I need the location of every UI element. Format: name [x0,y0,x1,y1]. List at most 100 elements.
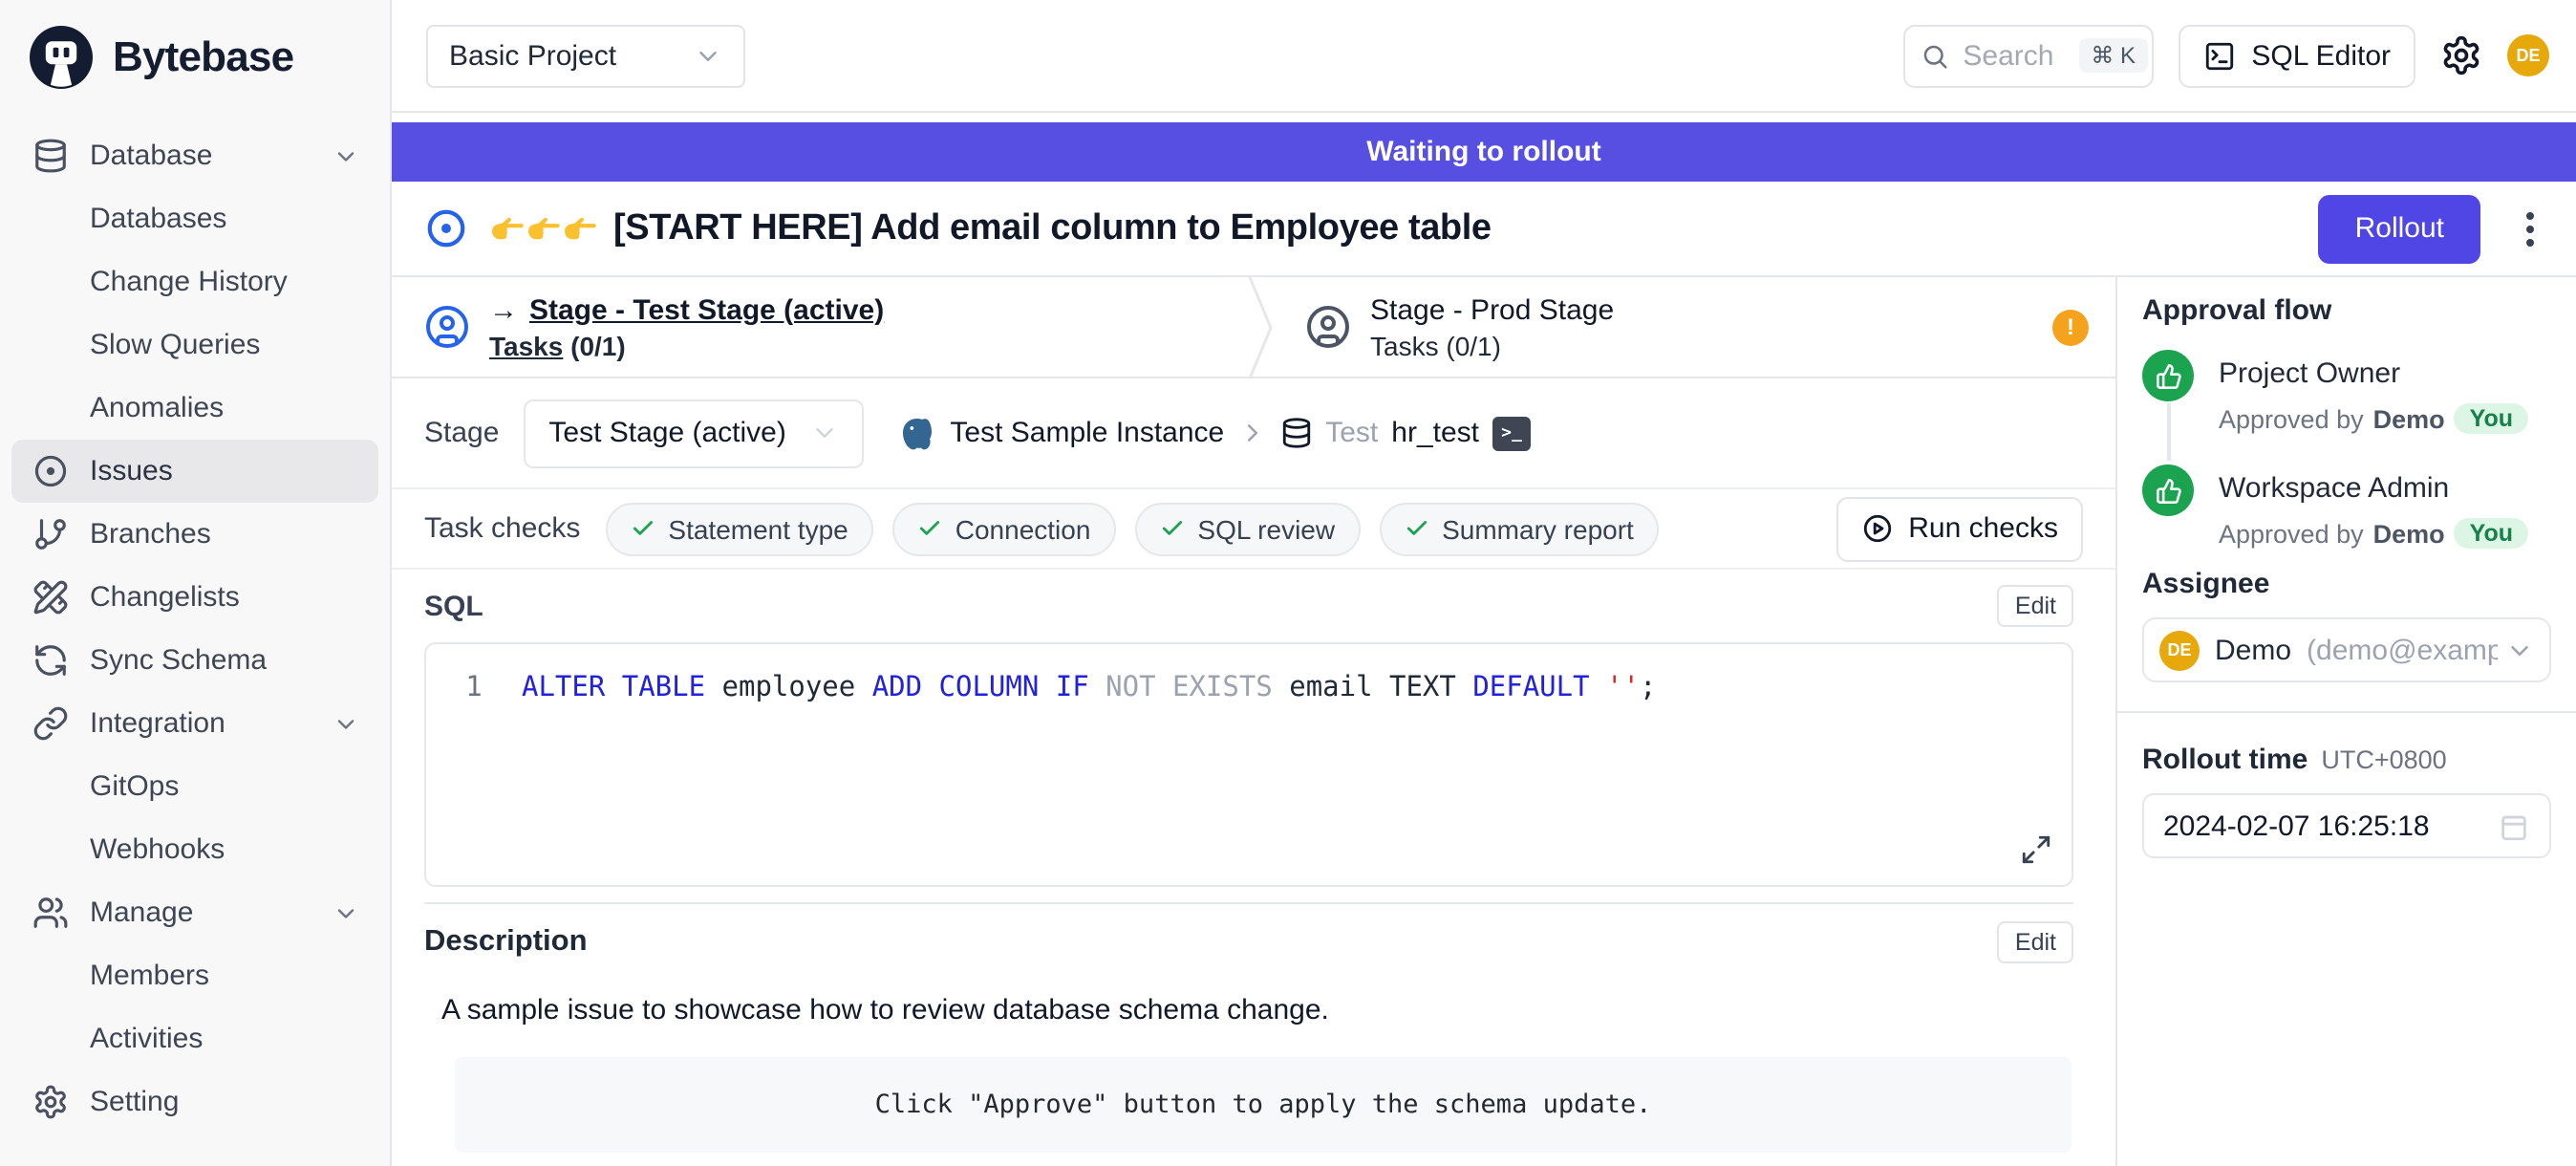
approval-step: Workspace Admin Approved by Demo You [2142,464,2551,568]
sidebar-item-gitops[interactable]: GitOps [11,755,378,818]
sidebar-item-databases[interactable]: Databases [11,187,378,250]
expand-icon[interactable] [2020,833,2052,866]
assignee-block: Assignee DE Demo (demo@example [2142,568,2551,707]
issue-title: [START HERE] Add email column to Employe… [613,207,1492,249]
check-summary-report[interactable]: Summary report [1379,502,1659,555]
circle-user-icon [424,304,470,350]
search-shortcut-badge: ⌘ K [2079,38,2147,73]
attention-badge: ! [2052,309,2089,345]
sidebar-item-label: Slow Queries [90,329,260,361]
bytebase-app: Bytebase Database Databases Change Histo… [0,0,2576,1166]
check-success-icon [917,516,942,541]
instance-name[interactable]: Test Sample Instance [950,417,1224,449]
sidebar-item-setting[interactable]: Setting [11,1070,378,1134]
sidebar-item-issues[interactable]: Issues [11,440,378,503]
calendar-icon [2498,810,2530,842]
stage-tab-tasks-link: Tasks [1370,330,1439,360]
task-checks-label: Task checks [424,512,580,545]
sync-icon [31,641,69,680]
sql-token: ALTER TABLE [522,673,705,703]
point-right-emoji-icon [491,214,526,243]
sidebar-item-activities[interactable]: Activities [11,1007,378,1070]
approved-by-text: Approved by [2219,404,2364,433]
stage-selector-row: Stage Test Stage (active) Test Sample In… [392,378,2115,487]
more-options-kebab-icon[interactable] [2526,211,2534,246]
git-branch-icon [31,515,69,553]
sql-token: ; [1640,673,1656,703]
project-select[interactable]: Basic Project [426,24,745,87]
user-avatar[interactable]: DE [2507,34,2549,76]
sidebar-item-integration[interactable]: Integration [11,692,378,755]
check-sql-review[interactable]: SQL review [1134,502,1360,555]
sidebar-item-change-history[interactable]: Change History [11,250,378,313]
sql-code-block[interactable]: 1ALTER TABLE employee ADD COLUMN IF NOT … [424,642,2073,887]
sidebar-item-members[interactable]: Members [11,944,378,1007]
stage-select[interactable]: Test Stage (active) [524,399,864,467]
sidebar-item-manage[interactable]: Manage [11,881,378,944]
stage-tab-title: Stage - Test Stage (active) [529,293,884,326]
sidebar-item-webhooks[interactable]: Webhooks [11,818,378,881]
description-code-note: Click "Approve" button to apply the sche… [455,1057,2072,1153]
environment-name: Test [1325,417,1378,449]
line-number: 1 [426,673,522,703]
approval-role: Workspace Admin [2219,472,2528,505]
assignee-select[interactable]: DE Demo (demo@example [2142,617,2551,682]
stage-tab-prod[interactable]: Stage - Prod Stage Tasks (0/1) [1275,277,1614,377]
approved-by-text: Approved by [2219,519,2364,548]
sql-edit-button[interactable]: Edit [1998,585,2073,627]
brand-logo[interactable]: Bytebase [0,0,390,113]
sidebar-item-slow-queries[interactable]: Slow Queries [11,313,378,377]
sidebar-item-label: GitOps [90,770,179,803]
rollout-time-input[interactable]: 2024-02-07 16:25:18 [2142,793,2551,858]
sql-section: SQL Edit 1ALTER TABLE employee ADD COLUM… [392,570,2115,904]
bytebase-logo-icon [27,22,96,91]
circle-dot-icon [31,452,69,490]
sidebar-item-anomalies[interactable]: Anomalies [11,377,378,440]
stage-tab-tasks-link[interactable]: Tasks [489,330,563,360]
tab-separator [1248,277,1275,377]
stage-select-value: Test Stage (active) [548,417,785,449]
sql-editor-button[interactable]: SQL Editor [2179,24,2415,87]
stage-tab-test[interactable]: →Stage - Test Stage (active) Tasks (0/1) [392,277,1233,377]
rollout-time-value: 2024-02-07 16:25:18 [2163,810,2430,842]
sidebar-item-database[interactable]: Database [11,124,378,187]
sql-token: email TEXT [1273,673,1473,703]
search-input-box[interactable]: ⌘ K [1903,24,2154,87]
sidebar-item-sync-schema[interactable]: Sync Schema [11,629,378,692]
open-sql-editor-icon[interactable]: >_ [1492,416,1531,450]
chevron-down-icon [333,142,359,169]
check-connection[interactable]: Connection [892,502,1116,555]
issue-title-row: [START HERE] Add email column to Employe… [392,182,2576,277]
database-name[interactable]: hr_test [1391,417,1479,449]
run-checks-label: Run checks [1908,512,2058,545]
rollout-time-heading: Rollout time [2142,744,2308,776]
check-statement-type[interactable]: Statement type [605,502,872,555]
sidebar-item-label: Sync Schema [90,644,267,677]
brand-name: Bytebase [113,32,293,81]
sidebar-item-label: Change History [90,266,288,298]
sidebar-item-changelists[interactable]: Changelists [11,566,378,629]
check-success-icon [1159,516,1184,541]
users-icon [31,894,69,932]
run-checks-button[interactable]: Run checks [1835,496,2083,561]
main-area: Basic Project ⌘ K SQL Editor DE Waiting … [392,0,2576,1166]
content: → Stage - Test Stage (active) Tasks (0/1)… [392,277,2576,1166]
sql-token [1590,673,1606,703]
sql-token: ADD COLUMN IF [872,673,1089,703]
arrow-right-icon: → [489,293,518,326]
task-checks-row: Task checks Statement type Connection SQ… [392,487,2115,570]
rollout-button[interactable]: Rollout [2319,194,2480,263]
center-column: → Stage - Test Stage (active) Tasks (0/1)… [392,277,2117,1166]
sidebar: Bytebase Database Databases Change Histo… [0,0,392,1166]
you-badge: You [2455,518,2528,549]
settings-gear-button[interactable] [2440,34,2482,76]
chevron-down-icon [810,419,839,447]
stage-tab-tasks-count: (0/1) [1446,330,1501,360]
sidebar-item-label: Webhooks [90,833,225,866]
sidebar-item-branches[interactable]: Branches [11,503,378,566]
check-success-icon [1404,516,1428,541]
search-input[interactable] [1963,39,2066,72]
description-edit-button[interactable]: Edit [1998,921,2073,963]
point-right-emoji-icon [527,214,562,243]
approver-name: Demo [2373,519,2445,548]
